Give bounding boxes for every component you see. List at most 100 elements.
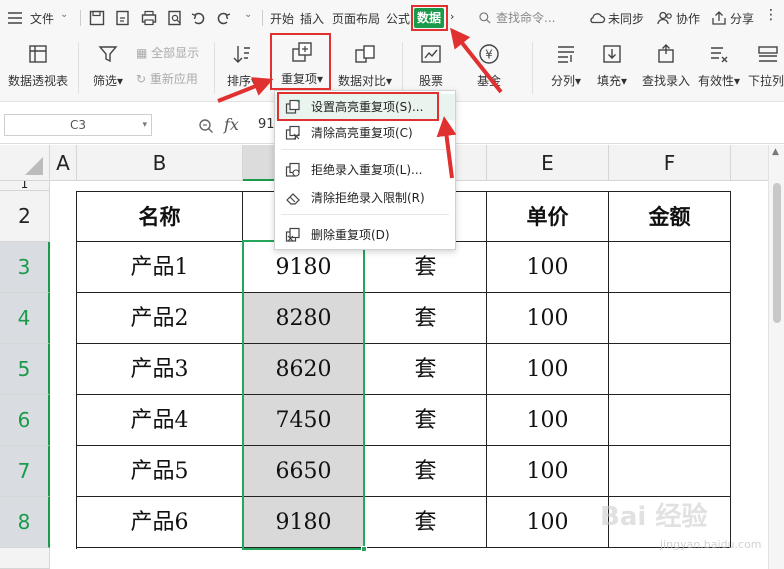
table-cell-name[interactable]: 产品5 [77, 446, 243, 497]
table-cell-unit[interactable]: 套 [365, 344, 487, 395]
table-cell-amount[interactable] [609, 395, 731, 446]
table-cell-price[interactable]: 100 [487, 293, 609, 344]
filter-button[interactable]: 筛选▾ [88, 42, 128, 89]
row-header-3[interactable]: 3 [0, 242, 50, 293]
share-icon[interactable] [710, 9, 728, 27]
stocks-button[interactable]: 股票 [410, 42, 452, 89]
save-icon[interactable] [88, 9, 106, 27]
duplicates-button[interactable]: 重复项▾ [274, 40, 330, 87]
table-cell-amount[interactable] [609, 242, 731, 293]
menu-item-clear-reject-restriction[interactable]: 清除拒绝录入限制(R) [275, 185, 455, 211]
row-header-2[interactable]: 2 [0, 191, 50, 242]
pivot-table-button[interactable]: 数据透视表 [6, 42, 70, 89]
table-cell-name[interactable]: 产品1 [77, 242, 243, 293]
row-header-9[interactable] [0, 548, 50, 569]
validation-button[interactable]: 有效性▾ [698, 42, 740, 89]
table-cell-price[interactable]: 100 [487, 242, 609, 293]
row-header-1[interactable]: 1 [0, 181, 50, 191]
tab-data[interactable]: 数据 [414, 8, 444, 28]
search-icon [478, 10, 492, 24]
fill-handle[interactable] [361, 546, 367, 552]
print-preview-icon[interactable] [166, 9, 184, 27]
print-icon[interactable] [140, 9, 158, 27]
menu-item-clear-highlight-duplicates[interactable]: 清除高亮重复项(C) [275, 120, 455, 146]
collaborate-icon[interactable] [656, 9, 674, 27]
dropdown-list-button[interactable]: 下拉列 [748, 42, 784, 89]
table-cell-price[interactable]: 100 [487, 344, 609, 395]
tab-formula[interactable]: 公式 [386, 10, 410, 27]
zoom-icon[interactable] [198, 118, 214, 134]
tab-insert[interactable]: 插入 [300, 10, 324, 27]
sort-button[interactable]: 排序▾ [222, 42, 262, 89]
collaborate-button[interactable]: 协作 [676, 10, 700, 27]
redo-icon[interactable] [214, 9, 232, 27]
header-cell-name[interactable]: 名称 [77, 192, 243, 242]
split-columns-button[interactable]: 分列▾ [546, 42, 586, 89]
table-cell-unit[interactable]: 套 [365, 395, 487, 446]
row-header-6[interactable]: 6 [0, 395, 50, 446]
tab-page-layout[interactable]: 页面布局 [332, 10, 380, 27]
chevron-down-icon[interactable]: ⌄ [60, 9, 68, 20]
file-menu[interactable]: 文件 [30, 10, 54, 27]
table-cell-name[interactable]: 产品2 [77, 293, 243, 344]
fx-icon[interactable]: fx [224, 115, 239, 134]
reapply-button[interactable]: ↻ 重新应用 [136, 70, 198, 87]
table-cell-name[interactable]: 产品6 [77, 497, 243, 548]
funds-button[interactable]: ¥ 基金 [468, 42, 510, 89]
table-cell-price[interactable]: 100 [487, 497, 609, 548]
scrollbar-thumb[interactable] [773, 183, 781, 323]
menu-item-delete-duplicates[interactable]: 删除重复项(D) [275, 222, 455, 248]
sort-label: 排序▾ [226, 74, 258, 88]
cloud-sync-icon[interactable] [588, 9, 606, 27]
row-header-7[interactable]: 7 [0, 446, 50, 497]
export-pdf-icon[interactable] [114, 9, 132, 27]
table-cell-amount[interactable] [609, 344, 731, 395]
table-cell-amount[interactable] [609, 446, 731, 497]
menu-item-reject-duplicate-entry[interactable]: 拒绝录入重复项(L)... [275, 157, 455, 183]
column-header-e[interactable]: E [487, 145, 609, 181]
table-cell-name[interactable]: 产品4 [77, 395, 243, 446]
table-cell-qty[interactable]: 6650 [243, 446, 365, 497]
show-all-button[interactable]: ▦ 全部显示 [136, 44, 199, 61]
table-cell-unit[interactable]: 套 [365, 293, 487, 344]
name-box[interactable]: C3 ▾ [4, 114, 152, 136]
quick-access-more-icon[interactable]: ⌄ [244, 9, 252, 20]
table-cell-price[interactable]: 100 [487, 446, 609, 497]
table-cell-unit[interactable]: 套 [365, 446, 487, 497]
tab-home[interactable]: 开始 [270, 10, 294, 27]
share-button[interactable]: 分享 [730, 10, 754, 27]
column-header-a[interactable]: A [50, 145, 77, 181]
menu-icon[interactable] [6, 9, 24, 27]
row-header-8[interactable]: 8 [0, 497, 50, 548]
more-tabs-chevron-icon[interactable]: › [450, 10, 454, 23]
table-cell-unit[interactable]: 套 [365, 497, 487, 548]
undo-icon[interactable] [190, 9, 208, 27]
vertical-scrollbar[interactable]: ▲ [768, 145, 784, 569]
filter-label: 筛选▾ [92, 74, 124, 88]
column-header-g[interactable] [731, 145, 771, 181]
table-cell-price[interactable]: 100 [487, 395, 609, 446]
fill-button[interactable]: 填充▾ [592, 42, 632, 89]
command-search-input[interactable]: 查找命令... [496, 9, 586, 27]
select-all-corner[interactable] [0, 145, 50, 181]
sync-status[interactable]: 未同步 [608, 10, 644, 27]
chevron-down-icon[interactable]: ▾ [142, 115, 147, 135]
table-cell-qty[interactable]: 8280 [243, 293, 365, 344]
lookup-entry-button[interactable]: 查找录入 [640, 42, 692, 89]
header-cell-amount[interactable]: 金额 [609, 192, 731, 242]
scroll-up-icon[interactable]: ▲ [772, 147, 779, 157]
row-header-4[interactable]: 4 [0, 293, 50, 344]
table-cell-qty[interactable]: 8620 [243, 344, 365, 395]
table-cell-qty[interactable]: 9180 [243, 497, 365, 548]
column-header-f[interactable]: F [609, 145, 731, 181]
header-cell-price[interactable]: 单价 [487, 192, 609, 242]
row-header-5[interactable]: 5 [0, 344, 50, 395]
column-header-b[interactable]: B [77, 145, 243, 181]
table-cell-amount[interactable] [609, 293, 731, 344]
data-compare-button[interactable]: 数据对比▾ [336, 42, 394, 89]
formula-input[interactable]: 9180 [250, 114, 276, 136]
menu-item-set-highlight-duplicates[interactable]: 设置高亮重复项(S)... [275, 94, 455, 120]
more-options-icon[interactable]: ⋮ [764, 7, 778, 23]
table-cell-qty[interactable]: 7450 [243, 395, 365, 446]
table-cell-name[interactable]: 产品3 [77, 344, 243, 395]
